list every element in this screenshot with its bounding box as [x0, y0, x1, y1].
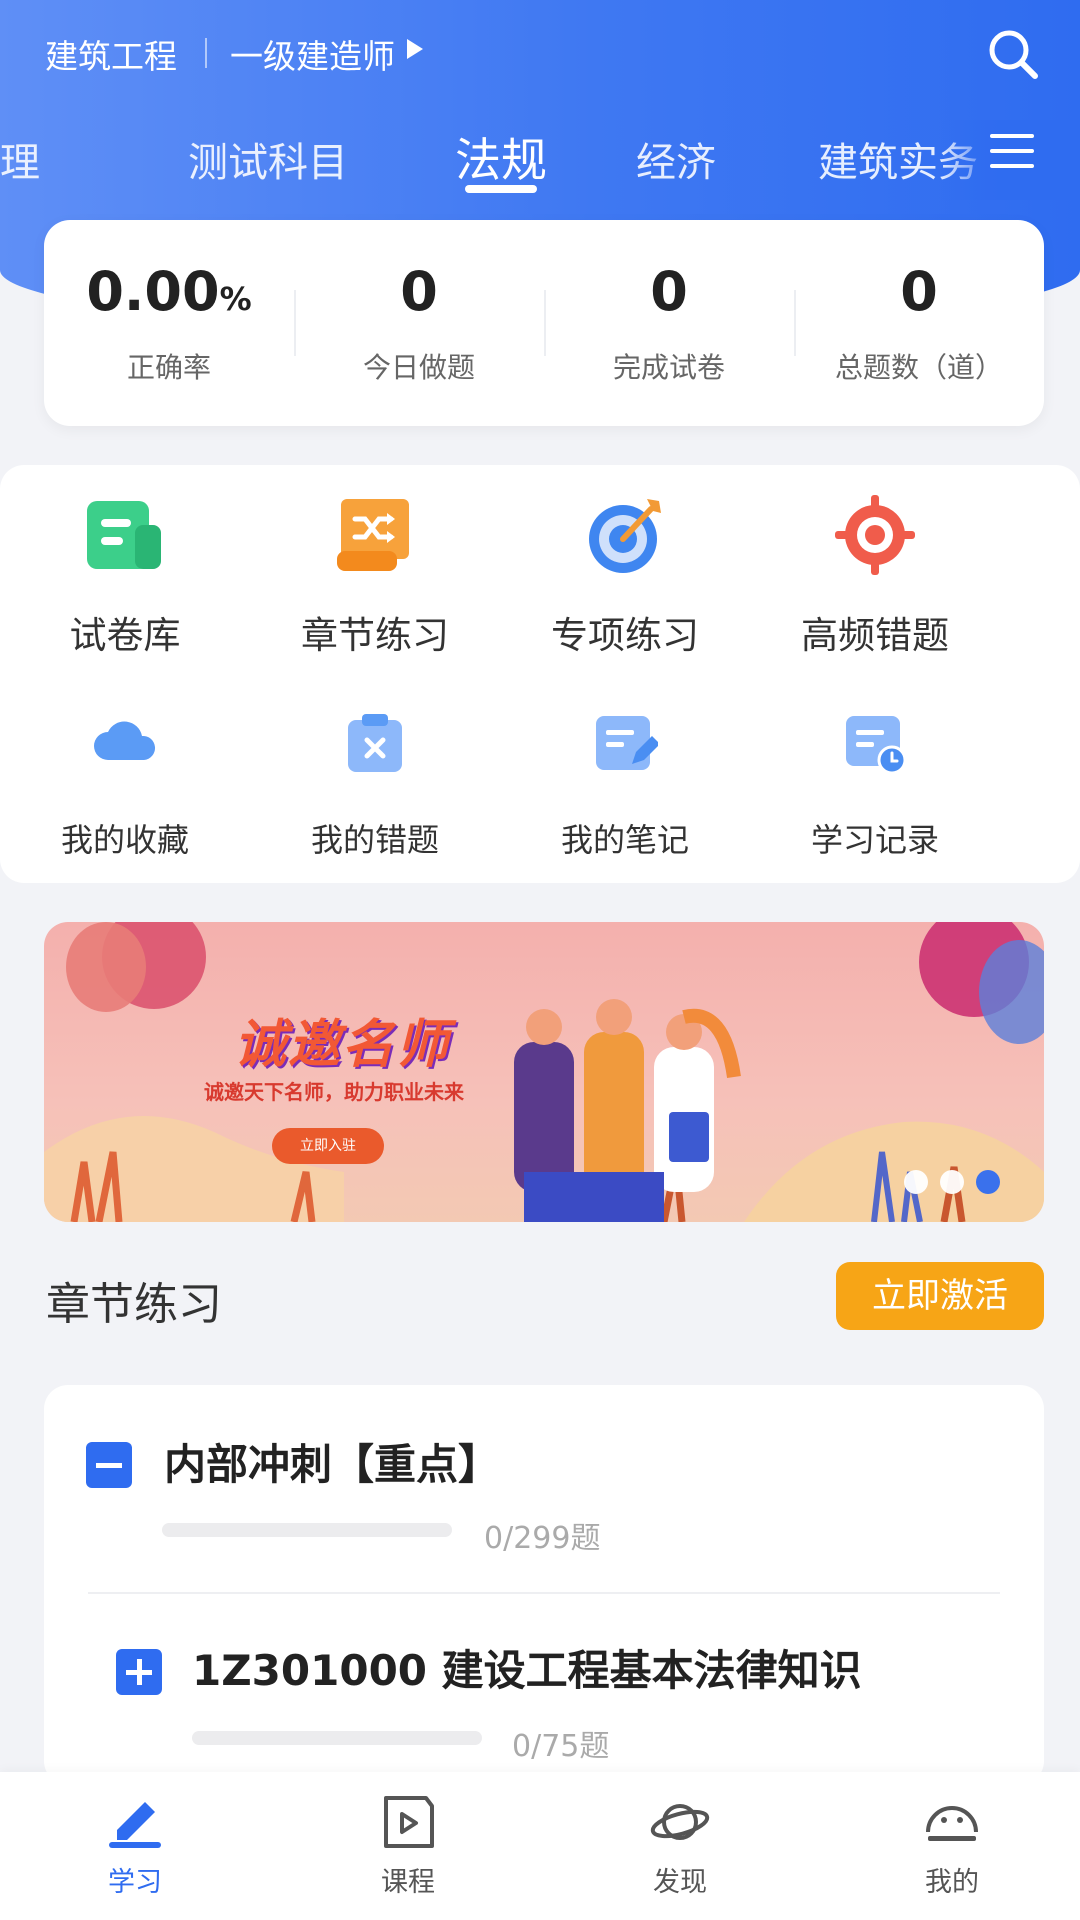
banner-pagination [904, 1170, 1012, 1198]
feature-my-favorites[interactable]: 我的收藏 [0, 465, 250, 875]
feature-study-record[interactable]: 学习记录 [750, 465, 1000, 875]
stat-label: 今日做题 [362, 351, 475, 384]
stat-label: 总题数（道） [834, 351, 1003, 384]
search-icon[interactable] [985, 26, 1041, 82]
smiley-face-icon [926, 1806, 978, 1841]
tab-test-subject[interactable]: 测试科目 [188, 130, 348, 188]
menu-icon[interactable] [990, 134, 1034, 170]
nav-label: 学习 [108, 1867, 162, 1898]
stat-value: 0.00% [86, 260, 252, 323]
stat-completed-papers: 0 完成试卷 [544, 220, 794, 426]
bottom-nav: 学习 课程 发现 我的 [0, 1772, 1080, 1920]
active-tab-indicator [465, 185, 537, 193]
nav-discover[interactable]: 发现 [580, 1772, 780, 1920]
tab-regulations[interactable]: 法规 [455, 124, 547, 190]
stats-card: 0.00% 正确率 0 今日做题 0 完成试卷 0 总题数（道） [44, 220, 1044, 426]
banner-subtitle: 诚邀天下名师，助力职业未来 [204, 1080, 464, 1104]
record-clock-icon [846, 716, 907, 775]
nav-label: 我的 [925, 1867, 979, 1898]
banner-headline: 诚邀名师 [234, 1015, 451, 1075]
stat-value: 0 [650, 260, 688, 323]
nav-courses[interactable]: 课程 [308, 1772, 508, 1920]
nav-mine[interactable]: 我的 [852, 1772, 1052, 1920]
chapter-progress-bar [162, 1523, 452, 1537]
feature-my-notes[interactable]: 我的笔记 [500, 465, 750, 875]
section-title: 章节练习 [46, 1279, 222, 1330]
banner-dot-active[interactable] [976, 1170, 1000, 1194]
collapse-icon[interactable] [86, 1442, 132, 1488]
tab-economics[interactable]: 经济 [636, 130, 716, 188]
stat-value: 0 [900, 260, 938, 323]
feature-label: 我的收藏 [60, 821, 189, 859]
stat-accuracy: 0.00% 正确率 [44, 220, 294, 426]
feature-my-mistakes[interactable]: 我的错题 [250, 465, 500, 875]
promo-banner[interactable]: 诚邀名师 诚邀天下名师，助力职业未来 立即入驻 [44, 922, 1044, 1222]
stat-total-questions: 0 总题数（道） [794, 220, 1044, 426]
subject-selector[interactable]: 建筑工程 [45, 30, 177, 78]
nav-study[interactable]: 学习 [35, 1772, 235, 1920]
video-play-icon [384, 1796, 434, 1848]
tab-management[interactable]: 管理 [0, 130, 40, 188]
stat-today-questions: 0 今日做题 [294, 220, 544, 426]
level-selector[interactable]: 一级建造师 [230, 30, 395, 78]
chapter-title: 1Z301000 建设工程基本法律知识 [192, 1646, 862, 1695]
feature-label: 我的错题 [310, 821, 439, 859]
banner-illustration [44, 922, 1044, 1222]
note-edit-icon [596, 716, 658, 770]
feature-label: 我的笔记 [560, 821, 689, 859]
feature-label: 学习记录 [810, 821, 939, 859]
stat-value: 0 [400, 260, 438, 323]
banner-cta-button[interactable]: 立即入驻 [272, 1128, 384, 1164]
banner-dot[interactable] [940, 1170, 964, 1194]
nav-label: 课程 [381, 1867, 435, 1898]
feature-grid: 试卷库 章节练习 专项练习 高频错题 我的收藏 我的错题 我的笔记 学习记录 [0, 465, 1080, 883]
chapter-title: 内部冲刺【重点】 [164, 1440, 501, 1489]
expand-icon[interactable] [116, 1649, 162, 1695]
banner-dot[interactable] [904, 1170, 928, 1194]
activate-button[interactable]: 立即激活 [836, 1262, 1044, 1330]
cloud-icon [94, 721, 156, 760]
pencil-icon [109, 1802, 161, 1848]
chapter-list: 内部冲刺【重点】 0/299题 1Z301000 建设工程基本法律知识 0/75… [44, 1385, 1044, 1785]
clipboard-x-icon [348, 714, 402, 772]
nav-label: 发现 [653, 1867, 707, 1898]
stat-label: 完成试卷 [612, 351, 725, 384]
chapter-divider [88, 1592, 1000, 1594]
chapter-count: 0/75题 [512, 1729, 610, 1764]
planet-icon [650, 1804, 710, 1840]
top-bar: 建筑工程 一级建造师 [0, 0, 1080, 110]
chapter-count: 0/299题 [484, 1521, 601, 1556]
header-divider [205, 38, 207, 68]
stat-label: 正确率 [126, 351, 211, 384]
caret-right-icon[interactable] [407, 39, 423, 59]
subject-tabs: 管理 测试科目 法规 经济 建筑实务 [0, 120, 1080, 200]
chapter-progress-bar [192, 1731, 482, 1745]
